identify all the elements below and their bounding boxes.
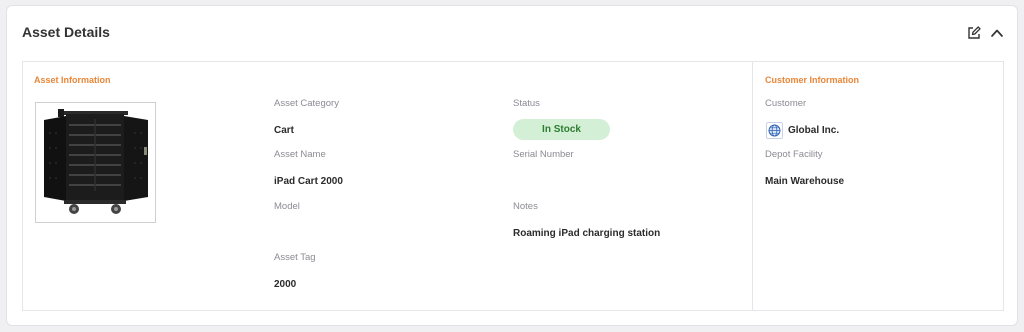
section-divider: [752, 62, 753, 310]
notes-label: Notes: [513, 201, 538, 212]
customer-value: Global Inc.: [788, 124, 840, 136]
asset-category-value: Cart: [274, 125, 295, 136]
card-header: Asset Details: [7, 6, 1017, 60]
customer-row: Global Inc.: [766, 121, 839, 139]
asset-tag-value: 2000: [274, 279, 297, 290]
card-title: Asset Details: [22, 24, 110, 40]
asset-information-title: Asset Information: [34, 75, 111, 85]
globe-logo-icon: [766, 121, 783, 139]
serial-number-label: Serial Number: [513, 149, 574, 160]
details-panel: Asset Information Asset Category Cart As…: [22, 61, 1004, 311]
asset-name-label: Asset Name: [274, 149, 326, 160]
asset-name-value: iPad Cart 2000: [274, 176, 343, 187]
asset-tag-label: Asset Tag: [274, 252, 316, 263]
asset-details-card: Asset Details Asset Information Asset Ca…: [6, 5, 1018, 326]
charging-cart-image: [44, 109, 148, 214]
status-badge: In Stock: [513, 119, 610, 140]
status-label: Status: [513, 98, 540, 109]
depot-facility-value: Main Warehouse: [765, 176, 845, 187]
depot-facility-label: Depot Facility: [765, 149, 823, 160]
collapse-button[interactable]: [988, 24, 1006, 42]
customer-label: Customer: [765, 98, 807, 109]
asset-image: [35, 102, 156, 223]
model-label: Model: [274, 201, 300, 212]
asset-category-label: Asset Category: [274, 98, 339, 109]
notes-value: Roaming iPad charging station: [513, 228, 661, 239]
customer-information-title: Customer Information: [765, 75, 860, 85]
edit-button[interactable]: [965, 24, 983, 42]
edit-icon: [968, 26, 981, 39]
chevron-up-icon: [991, 29, 1003, 37]
